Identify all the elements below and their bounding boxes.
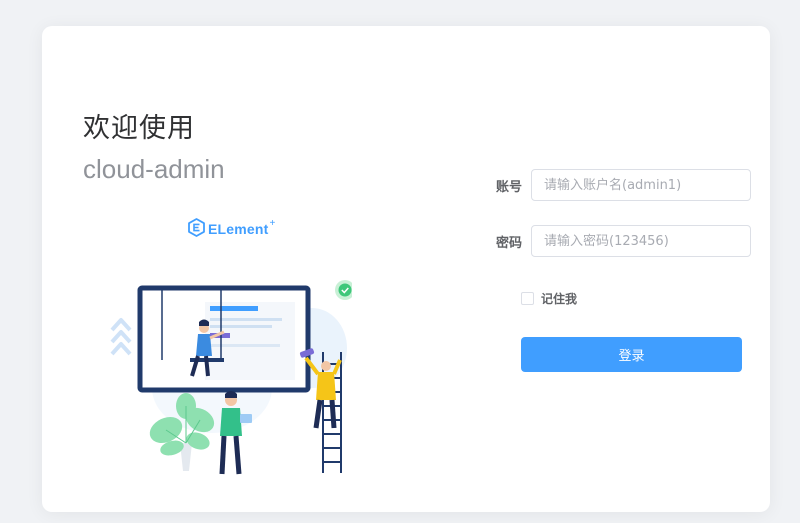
brand-plus: +: [269, 218, 276, 229]
element-logo-icon: [188, 217, 205, 241]
login-card: 欢迎使用 cloud-admin ELement + 账号 请输入账户名(adm…: [42, 26, 770, 512]
brand-name: ELement: [208, 221, 269, 237]
password-input[interactable]: [531, 225, 751, 257]
account-row: 账号: [480, 169, 751, 201]
element-plus-logo: ELement +: [188, 217, 276, 241]
remember-me-label: 记住我: [541, 292, 578, 306]
checkbox-box[interactable]: [521, 292, 534, 305]
teamwork-illustration: [102, 278, 355, 482]
password-row: 密码: [480, 225, 751, 257]
password-label: 密码: [495, 235, 522, 251]
app-name: cloud-admin: [83, 154, 225, 184]
login-button[interactable]: 登录: [521, 337, 742, 372]
account-label: 账号: [495, 179, 522, 195]
welcome-heading: 欢迎使用: [83, 113, 195, 144]
remember-me-checkbox[interactable]: 记住我: [521, 290, 577, 307]
account-input[interactable]: [531, 169, 751, 201]
